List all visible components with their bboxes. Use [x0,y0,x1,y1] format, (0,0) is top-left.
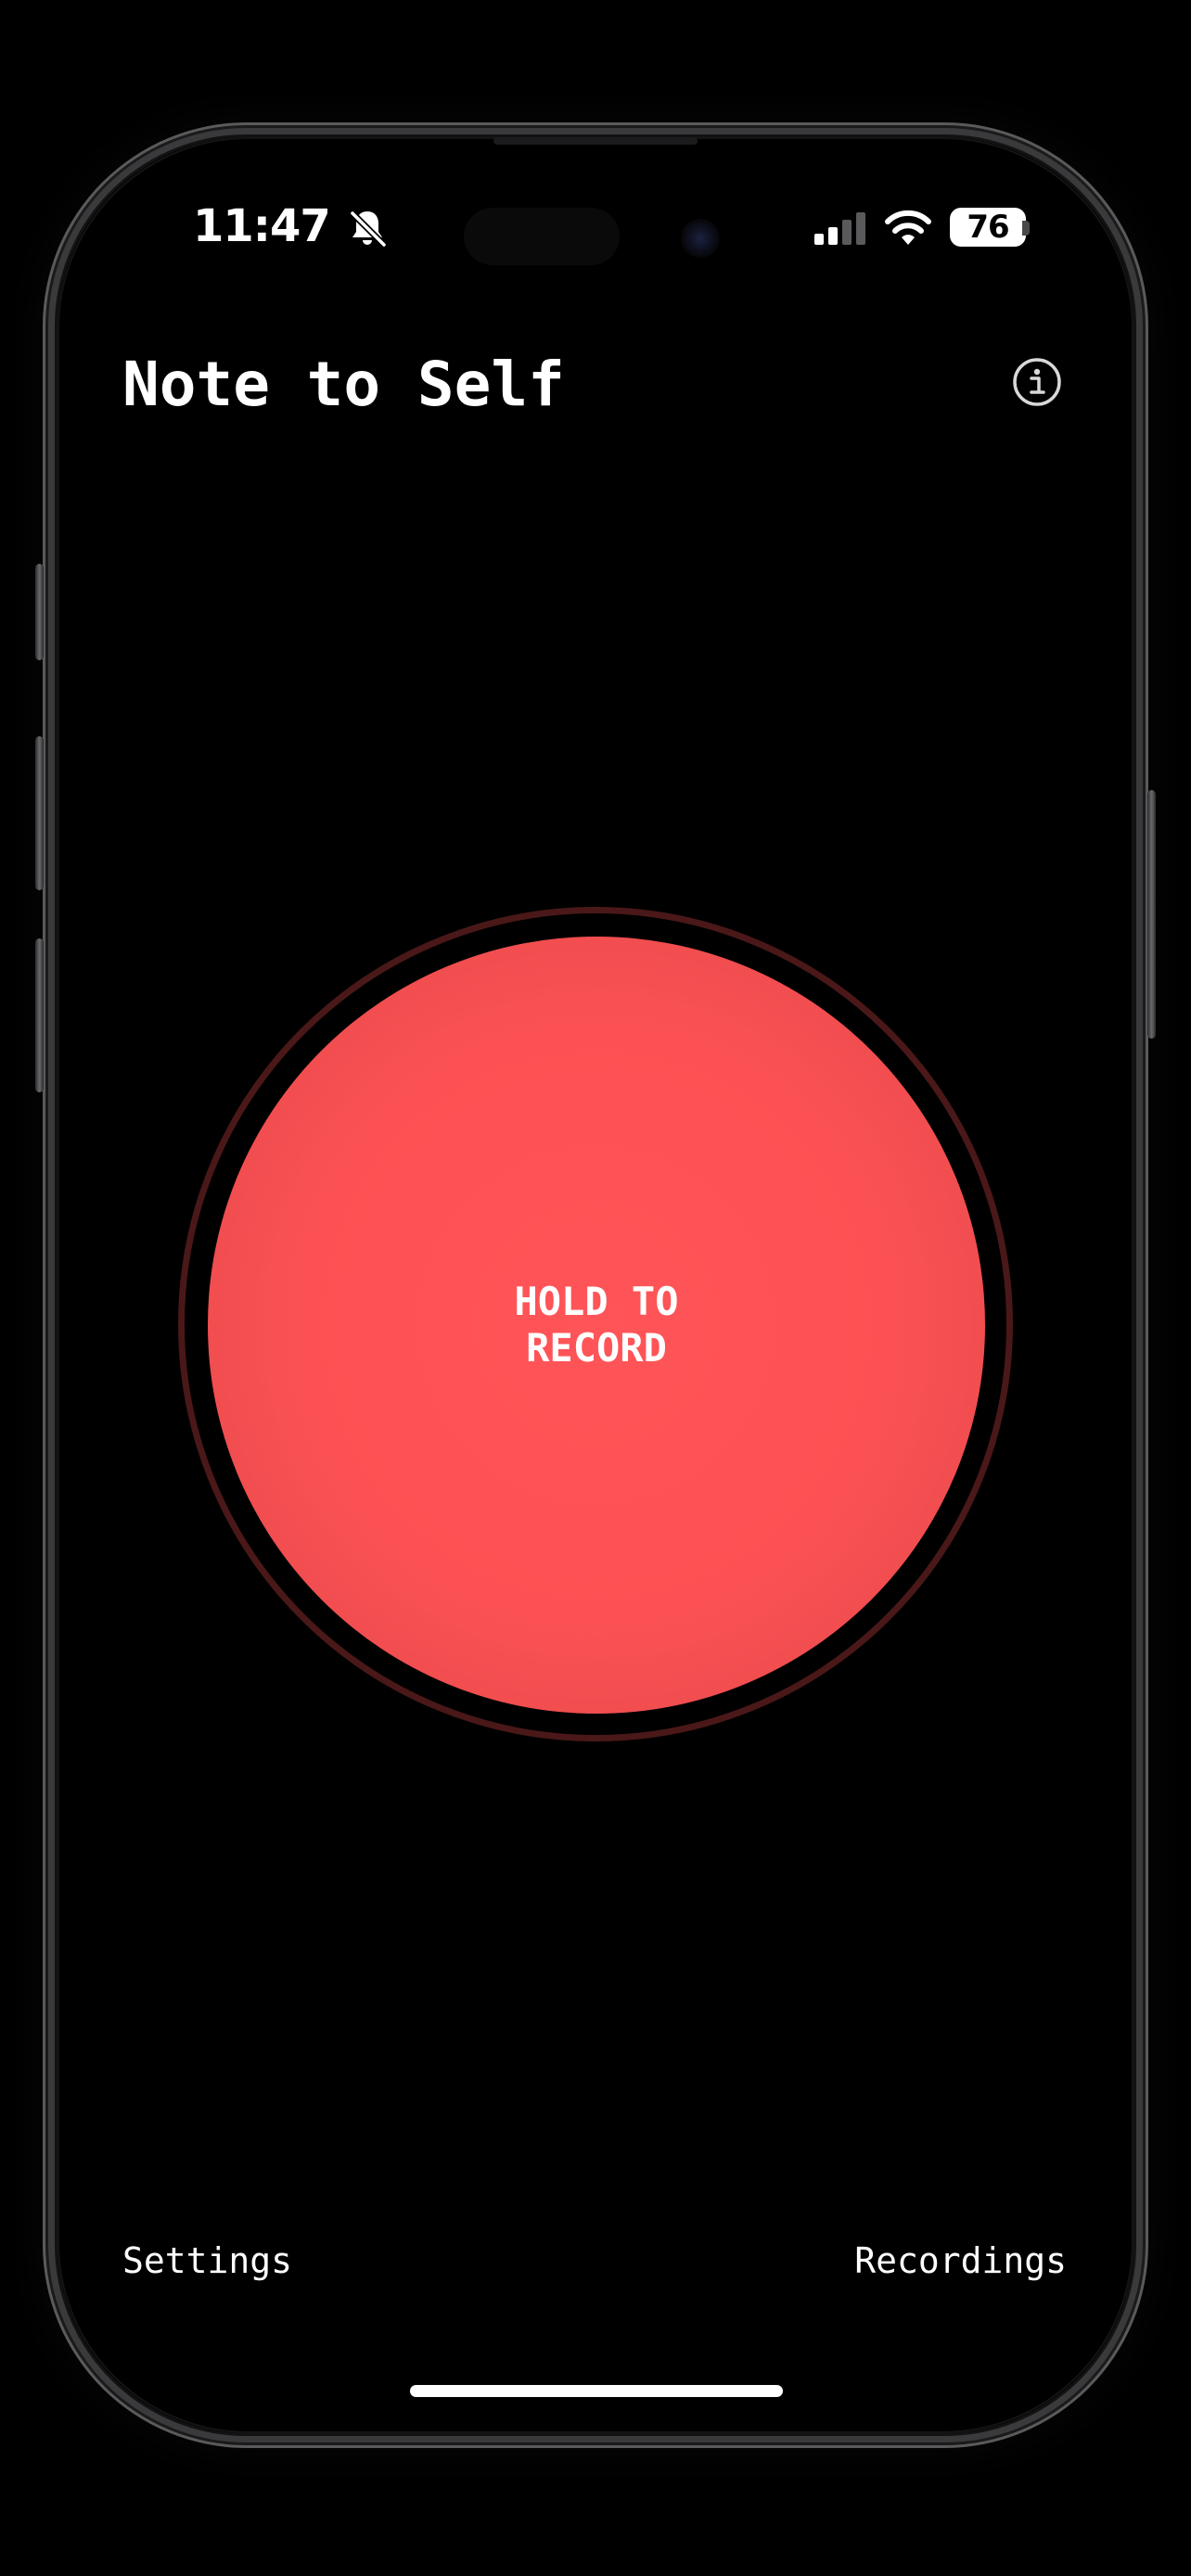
recordings-link[interactable]: Recordings [854,2240,1067,2281]
record-button-label: HOLD TO RECORD [514,1279,679,1371]
action-button [35,564,44,660]
status-time: 11:47 [193,200,331,252]
wifi-icon [885,210,931,245]
earpiece-speaker [493,137,698,145]
page-title: Note to Self [122,349,565,420]
volume-down-button [35,938,44,1092]
power-button [1147,790,1156,1039]
battery-icon: 76 [950,208,1026,247]
screen: 11:47 76 Note to Self HOLD TO RECORD Set… [0,0,1191,2576]
hold-to-record-button[interactable]: HOLD TO RECORD [208,937,985,1714]
volume-up-button [35,736,44,890]
front-camera [681,219,720,258]
dynamic-island [464,208,620,265]
bell-slash-icon [350,210,387,248]
home-indicator[interactable] [410,2385,783,2397]
settings-link[interactable]: Settings [122,2240,292,2281]
battery-cap [1022,221,1030,236]
info-icon[interactable] [1011,356,1063,408]
cellular-signal-icon [814,212,865,245]
